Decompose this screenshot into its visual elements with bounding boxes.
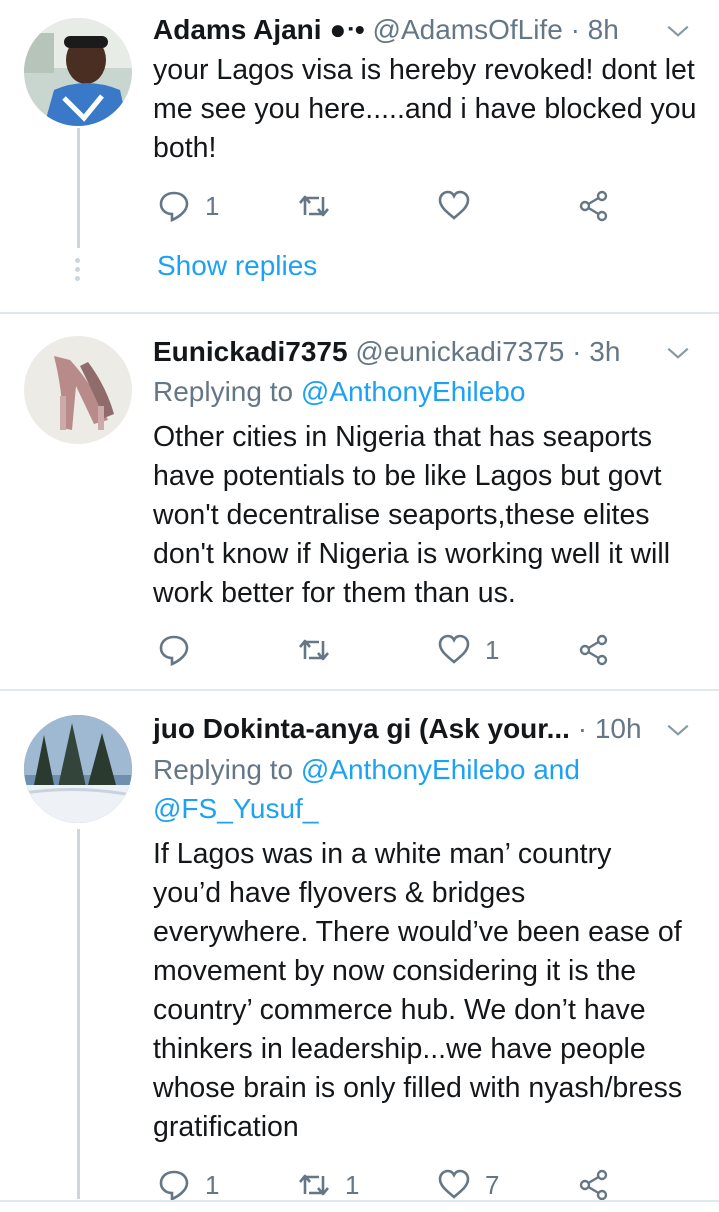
chevron-down-icon[interactable] xyxy=(665,717,691,743)
retweet-icon xyxy=(299,195,329,217)
reply-target-handle-2[interactable]: @FS_Yusuf_ xyxy=(153,793,318,824)
reply-icon xyxy=(159,1170,189,1201)
reply-target-handle[interactable]: @AnthonyEhilebo xyxy=(301,376,526,407)
action-bar: 1 1 7 xyxy=(153,1165,633,1205)
reply-icon xyxy=(159,191,189,222)
like-button[interactable]: 1 xyxy=(437,630,499,670)
like-button[interactable] xyxy=(437,186,485,226)
thread-dots xyxy=(75,258,81,285)
replying-prefix: Replying to xyxy=(153,376,294,407)
thread-line xyxy=(77,128,80,248)
share-button[interactable] xyxy=(577,1165,611,1205)
reply-count: 1 xyxy=(205,1169,220,1200)
retweet-button[interactable] xyxy=(297,186,345,226)
user-handle[interactable]: @AdamsOfLife xyxy=(373,14,563,45)
share-icon xyxy=(579,1169,608,1201)
tweet-1[interactable]: Adams Ajani ●ᐧ• @AdamsOfLife · 8h your L… xyxy=(0,0,719,312)
reply-icon xyxy=(159,635,189,666)
timestamp: · 8h xyxy=(570,14,619,45)
tweet-header: juo Dokinta-anya gi (Ask your... · 10h xyxy=(153,711,689,747)
tweet-2[interactable]: Eunickadi7375 @eunickadi7375 · 3h Replyi… xyxy=(0,314,719,690)
chevron-down-icon[interactable] xyxy=(665,18,691,44)
tweet-3[interactable]: juo Dokinta-anya gi (Ask your... · 10h R… xyxy=(0,691,719,1212)
display-name[interactable]: juo Dokinta-anya gi (Ask your... xyxy=(153,713,570,744)
retweet-count: 1 xyxy=(345,1169,360,1200)
reply-count: 1 xyxy=(205,190,220,221)
retweet-button[interactable] xyxy=(297,630,345,670)
replying-prefix: Replying to xyxy=(153,754,294,785)
replying-to: Replying to @AnthonyEhilebo and @FS_Yusu… xyxy=(153,750,653,828)
tweet-header: Adams Ajani ●ᐧ• @AdamsOfLife · 8h xyxy=(153,12,689,48)
reply-button[interactable]: 1 xyxy=(157,1165,219,1205)
action-bar: 1 xyxy=(153,186,633,226)
retweet-icon xyxy=(299,639,329,661)
timestamp: · 10h xyxy=(577,713,642,744)
user-handle[interactable]: @eunickadi7375 xyxy=(355,336,564,367)
retweet-button[interactable]: 1 xyxy=(297,1165,359,1205)
heart-icon xyxy=(438,634,470,664)
heart-icon xyxy=(438,190,470,220)
retweet-icon xyxy=(299,1174,329,1196)
like-count: 7 xyxy=(485,1169,500,1200)
heart-icon xyxy=(438,1169,470,1199)
divider xyxy=(0,1200,719,1202)
name-emoji: ●ᐧ• xyxy=(329,14,365,45)
show-replies-link[interactable]: Show replies xyxy=(157,250,317,282)
thread-line xyxy=(77,829,80,1199)
avatar-adams[interactable] xyxy=(24,18,132,126)
share-button[interactable] xyxy=(577,186,611,226)
tweet-text: Other cities in Nigeria that has seaport… xyxy=(153,421,671,609)
share-icon xyxy=(579,634,608,666)
reply-button[interactable]: 1 xyxy=(157,186,219,226)
chevron-down-icon[interactable] xyxy=(665,340,691,366)
timestamp: · 3h xyxy=(572,336,621,367)
like-count: 1 xyxy=(485,634,500,665)
share-icon xyxy=(579,190,608,222)
reply-target-handle[interactable]: @AnthonyEhilebo xyxy=(301,754,526,785)
replying-to: Replying to @AnthonyEhilebo xyxy=(153,372,525,411)
avatar-eunickadi[interactable] xyxy=(24,336,132,444)
display-name[interactable]: Eunickadi7375 xyxy=(153,336,348,367)
avatar-juo[interactable] xyxy=(24,715,132,823)
display-name[interactable]: Adams Ajani xyxy=(153,14,322,45)
share-button[interactable] xyxy=(577,630,611,670)
like-button[interactable]: 7 xyxy=(437,1165,499,1205)
replying-and: and xyxy=(533,754,580,785)
tweet-text: your Lagos visa is hereby revoked! dont … xyxy=(153,54,697,164)
reply-button[interactable] xyxy=(157,630,205,670)
action-bar: 1 xyxy=(153,630,633,670)
tweet-header: Eunickadi7375 @eunickadi7375 · 3h xyxy=(153,334,689,370)
tweet-text: If Lagos was in a white man’ country you… xyxy=(153,838,683,1143)
